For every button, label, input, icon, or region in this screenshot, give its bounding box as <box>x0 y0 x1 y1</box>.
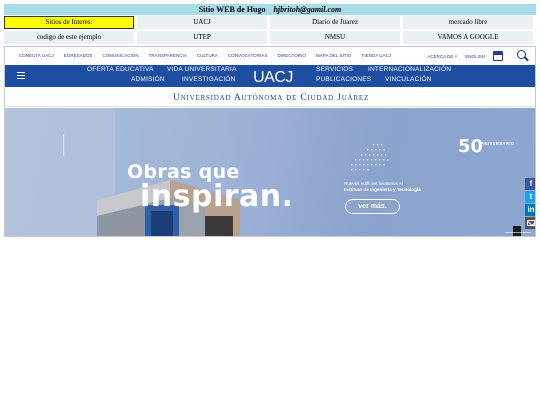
hero-banner[interactable]: Obras que inspiran. Nuevos edificios liv… <box>5 108 535 236</box>
utility-link-comunicacion[interactable]: COMUNICACIÓN <box>103 53 139 58</box>
links-row: codigo de este ejemplo UTEP NMSU VAMOS A… <box>4 31 536 44</box>
link-source-code[interactable]: codigo de este ejemplo <box>4 31 134 44</box>
link-uacj[interactable]: UACJ <box>137 16 267 29</box>
link-mercado-libre[interactable]: mercado libre <box>403 16 533 29</box>
university-name-bar: Universidad Autónoma de Ciudad Juárez <box>5 87 535 107</box>
utility-link-egresados[interactable]: EGRESADOS <box>64 53 93 58</box>
links-table: Sitios de Interes: UACJ Diario de Juarez… <box>4 16 536 46</box>
utility-link-cultura[interactable]: CULTURA <box>197 53 218 58</box>
envelope-icon <box>527 220 535 226</box>
utility-link-directorio[interactable]: DIRECTORIO <box>277 53 305 58</box>
hero-title-line2: inspiran. <box>140 179 294 214</box>
nav-servicios[interactable]: SERVICIOS <box>316 66 353 73</box>
facebook-icon[interactable]: f <box>525 178 535 190</box>
site-title-bar: Sitio WEB de Hugo hjbritoh@gamil.com <box>4 4 536 15</box>
anniversary-label: ANIVERSARIO <box>481 141 515 146</box>
uacj-logo-text: UACJ <box>253 69 293 86</box>
hero-caption-line2: Instituto de Ingeniería y Tecnología <box>344 187 421 192</box>
menu-icon[interactable] <box>17 72 25 79</box>
utility-link-mapa[interactable]: MAPA DEL SITIO <box>316 53 352 58</box>
nav-admision[interactable]: ADMISIÓN <box>131 76 165 83</box>
linkedin-icon[interactable]: in <box>525 204 535 216</box>
anniversary-number: 50 <box>458 136 484 157</box>
about-menu[interactable]: ACERCA DE ˅ <box>427 54 457 59</box>
calendar-icon[interactable] <box>493 51 503 61</box>
utility-link-tienda[interactable]: TIENDA UACJ <box>362 53 392 58</box>
twitter-icon[interactable]: t <box>525 191 535 203</box>
search-icon[interactable] <box>517 50 529 62</box>
nav-publicaciones[interactable]: PUBLICACIONES <box>316 76 371 83</box>
utility-link-convocatorias[interactable]: CONVOCATORIAS <box>228 53 267 58</box>
mail-icon[interactable] <box>525 217 535 229</box>
site-email: hjbritoh@gamil.com <box>273 5 342 14</box>
nav-oferta-educativa[interactable]: OFERTA EDUCATIVA <box>87 66 154 73</box>
utility-links: CONECTA UACJ EGRESADOS COMUNICACIÓN TRAN… <box>19 53 401 58</box>
utility-right: ACERCA DE ˅ ENGLISH <box>427 50 529 62</box>
utility-bar: CONECTA UACJ EGRESADOS COMUNICACIÓN TRAN… <box>5 47 535 65</box>
links-row: Sitios de Interes: UACJ Diario de Juarez… <box>4 16 536 29</box>
uacj-embedded-page: CONECTA UACJ EGRESADOS COMUNICACIÓN TRAN… <box>4 46 536 237</box>
language-link[interactable]: ENGLISH <box>465 54 485 59</box>
link-utep[interactable]: UTEP <box>137 31 267 44</box>
link-diario-de-juarez[interactable]: Diario de Juarez <box>270 16 400 29</box>
hero-building-graphic <box>5 108 531 236</box>
link-nmsu[interactable]: NMSU <box>270 31 400 44</box>
nav-investigacion[interactable]: INVESTIGACIÓN <box>182 76 236 83</box>
site-title: Sitio WEB de Hugo <box>198 5 266 14</box>
nav-vida-universitaria[interactable]: VIDA UNIVERSITARIA <box>167 66 237 73</box>
link-google[interactable]: VAMOS A GOOGLE <box>403 31 533 44</box>
hero-caption-line1: Nuevos edificios liviatorios el <box>344 181 403 186</box>
main-nav: OFERTA EDUCATIVA VIDA UNIVERSITARIA ADMI… <box>5 65 535 91</box>
nav-internacionalizacion[interactable]: INTERNACIONALIZACIÓN <box>368 66 451 73</box>
nav-vinculacion[interactable]: VINCULACIÓN <box>385 76 432 83</box>
ver-mas-button[interactable]: ver más. <box>345 199 400 214</box>
utility-link-transparencia[interactable]: TRANSPARENCIA <box>149 53 187 58</box>
university-name: Universidad Autónoma de Ciudad Juárez <box>172 93 370 103</box>
utility-link-conecta[interactable]: CONECTA UACJ <box>19 53 54 58</box>
sites-of-interest-label: Sitios de Interes: <box>4 16 134 29</box>
